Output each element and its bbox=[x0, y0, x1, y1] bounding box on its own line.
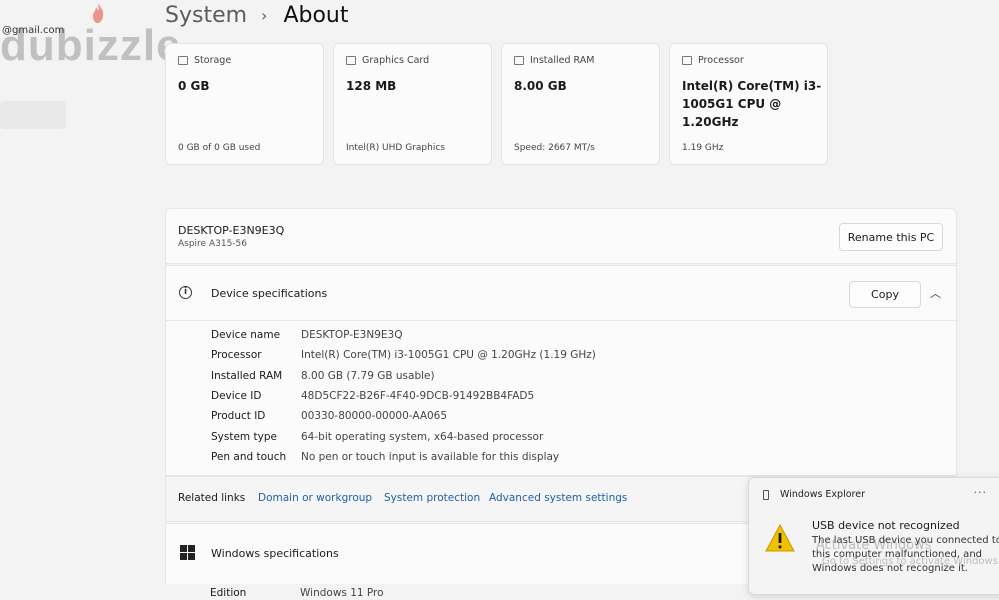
graphics-card[interactable]: Graphics Card 128 MB Intel(R) UHD Graphi… bbox=[333, 43, 492, 165]
card-sub: 0 GB of 0 GB used bbox=[178, 143, 261, 153]
spec-value: Intel(R) Core(TM) i3-1005G1 CPU @ 1.20GH… bbox=[301, 349, 596, 361]
card-value: Intel(R) Core(TM) i3-1005G1 CPU @ 1.20GH… bbox=[682, 79, 822, 129]
card-sub: 1.19 GHz bbox=[682, 143, 724, 153]
spec-value: 8.00 GB (7.79 GB usable) bbox=[301, 370, 435, 382]
ram-card[interactable]: Installed RAM 8.00 GB Speed: 2667 MT/s bbox=[501, 43, 660, 165]
activate-windows-watermark: Activate Windows bbox=[816, 538, 932, 553]
spec-key: Device ID bbox=[211, 390, 262, 402]
pc-name: DESKTOP-E3N9E3Q bbox=[178, 224, 285, 237]
advanced-system-settings-link[interactable]: Advanced system settings bbox=[489, 492, 627, 504]
card-label: Installed RAM bbox=[530, 55, 595, 66]
spec-value: 64-bit operating system, x64-based proce… bbox=[301, 431, 544, 443]
breadcrumb-system[interactable]: System bbox=[165, 3, 247, 28]
copy-button[interactable]: Copy bbox=[849, 281, 921, 308]
info-icon: i bbox=[179, 286, 192, 299]
rename-pc-button[interactable]: Rename this PC bbox=[839, 223, 943, 251]
windows-specifications-title: Windows specifications bbox=[211, 547, 339, 560]
graphics-card-icon bbox=[346, 56, 356, 65]
card-sub: Speed: 2667 MT/s bbox=[514, 143, 595, 153]
pc-name-panel: DESKTOP-E3N9E3Q Aspire A315-56 Rename th… bbox=[165, 208, 957, 264]
spec-value: 00330-80000-00000-AA065 bbox=[301, 410, 448, 422]
spec-row: Processor Intel(R) Core(TM) i3-1005G1 CPU… bbox=[211, 349, 596, 361]
breadcrumb: System › About bbox=[165, 0, 349, 30]
spec-key: Pen and touch bbox=[211, 451, 287, 463]
spec-row: Device name DESKTOP-E3N9E3Q bbox=[211, 329, 402, 341]
processor-card[interactable]: Processor Intel(R) Core(TM) i3-1005G1 CP… bbox=[669, 43, 828, 165]
card-label: Storage bbox=[194, 55, 232, 66]
spec-row: Edition Windows 11 Pro bbox=[210, 587, 384, 599]
card-sub: Intel(R) UHD Graphics bbox=[346, 143, 445, 153]
spec-value: Windows 11 Pro bbox=[300, 587, 384, 599]
toast-title: USB device not recognized bbox=[812, 519, 960, 532]
device-specifications-header[interactable]: i Device specifications Copy ︿ bbox=[166, 266, 956, 321]
sidebar-selected-item[interactable] bbox=[0, 101, 66, 129]
card-value: 8.00 GB bbox=[514, 79, 567, 93]
spec-value: No pen or touch input is available for t… bbox=[301, 451, 560, 463]
card-value: 0 GB bbox=[178, 79, 210, 93]
processor-icon bbox=[682, 56, 692, 65]
device-specifications-panel: i Device specifications Copy ︿ Device na… bbox=[165, 265, 957, 476]
spec-key: System type bbox=[211, 431, 277, 443]
spec-key: Installed RAM bbox=[211, 370, 283, 382]
activate-windows-subtext: Go to Settings to activate Windows. bbox=[822, 556, 999, 567]
toast-app-name: Windows Explorer bbox=[780, 489, 865, 500]
usb-notification-toast[interactable]: Windows Explorer ··· USB device not reco… bbox=[748, 477, 999, 595]
spec-key: Edition bbox=[210, 587, 247, 599]
warning-icon bbox=[765, 524, 795, 552]
spec-key: Processor bbox=[211, 349, 262, 361]
spec-value: DESKTOP-E3N9E3Q bbox=[301, 329, 403, 341]
spec-key: Device name bbox=[211, 329, 281, 341]
card-label: Graphics Card bbox=[362, 55, 430, 66]
pc-model: Aspire A315-56 bbox=[178, 239, 247, 249]
spec-value: 48D5CF22-B26F-4F40-9DCB-91492BB4FAD5 bbox=[301, 390, 535, 402]
ram-icon bbox=[514, 56, 524, 65]
storage-card[interactable]: Storage 0 GB 0 GB of 0 GB used bbox=[165, 43, 324, 165]
spec-key: Product ID bbox=[211, 410, 266, 422]
page-title: About bbox=[283, 2, 349, 28]
more-options-icon[interactable]: ··· bbox=[974, 486, 988, 499]
system-protection-link[interactable]: System protection bbox=[384, 492, 480, 504]
spec-row: System type 64-bit operating system, x64-… bbox=[211, 431, 543, 443]
watermark-flame-icon bbox=[93, 3, 104, 23]
related-links-label: Related links bbox=[178, 492, 246, 504]
spec-row: Device ID 48D5CF22-B26F-4F40-9DCB-91492BB… bbox=[211, 390, 534, 402]
device-specifications-title: Device specifications bbox=[211, 287, 328, 300]
chevron-right-icon: › bbox=[261, 5, 268, 25]
spec-row: Product ID 00330-80000-00000-AA065 bbox=[211, 410, 447, 422]
spec-row: Pen and touch No pen or touch input is av… bbox=[211, 451, 559, 463]
chevron-up-icon[interactable]: ︿ bbox=[930, 285, 941, 301]
storage-icon bbox=[178, 56, 188, 65]
windows-logo-icon bbox=[180, 545, 195, 560]
card-value: 128 MB bbox=[346, 79, 397, 93]
spec-row: Installed RAM 8.00 GB (7.79 GB usable) bbox=[211, 370, 435, 382]
card-label: Processor bbox=[698, 55, 744, 66]
usb-icon bbox=[763, 490, 769, 500]
domain-or-workgroup-link[interactable]: Domain or workgroup bbox=[258, 492, 372, 504]
watermark-email: @gmail.com bbox=[2, 25, 65, 36]
